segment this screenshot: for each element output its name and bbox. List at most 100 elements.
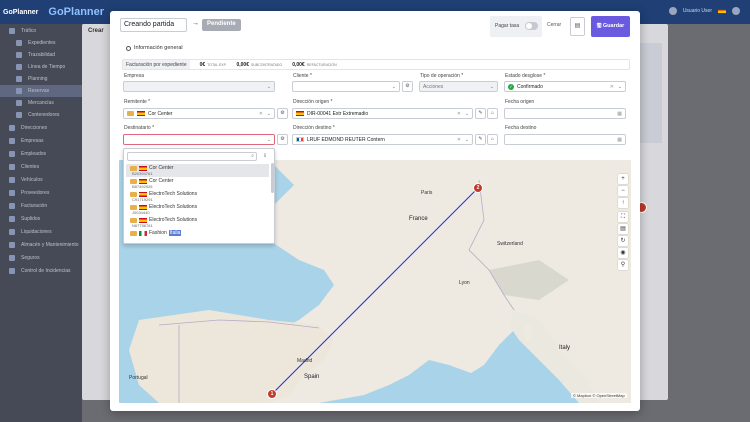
language-flag-icon[interactable] bbox=[718, 8, 726, 14]
sidebar-item[interactable]: Vehículos bbox=[0, 173, 82, 186]
sidebar-item[interactable]: Proveedores bbox=[0, 186, 82, 199]
remitente-settings-icon[interactable]: ⚙ bbox=[277, 108, 288, 119]
clear-icon[interactable]: ✕ bbox=[457, 137, 461, 143]
dropdown-option[interactable]: ElectroTech Solutions N67756761 bbox=[126, 216, 269, 229]
zoom-out-icon[interactable]: − bbox=[618, 186, 628, 196]
compass-icon[interactable]: ↑ bbox=[618, 198, 628, 208]
dropdown-option[interactable]: ElectroTech Solutions J0034440 bbox=[126, 203, 269, 216]
sidebar-item[interactable]: Reservas bbox=[0, 85, 82, 97]
sidebar-item[interactable]: Liquidaciones bbox=[0, 225, 82, 238]
sidebar-item[interactable]: Línea de Tiempo bbox=[0, 61, 82, 73]
pin-icon[interactable]: ⚲ bbox=[618, 260, 628, 270]
zoom-in-icon[interactable]: + bbox=[618, 174, 628, 184]
estado-select[interactable]: ✓ Confirmado ✕ ⌄ bbox=[504, 81, 626, 92]
dropdown-option[interactable]: Cor Center B20394761 bbox=[126, 164, 269, 177]
create-item-dialog: Creando partida → Pendiente Pagar tasa C… bbox=[110, 11, 640, 411]
sidebar-item-label: Contenedores bbox=[28, 112, 60, 118]
sidebar-item[interactable]: Seguros bbox=[0, 251, 82, 264]
close-button[interactable]: Cerrar bbox=[547, 22, 561, 28]
chevron-down-icon: ⌄ bbox=[266, 111, 271, 117]
billing-reinvoicing: 0,00€ REFACTURACIÓN bbox=[292, 61, 337, 68]
clear-icon[interactable]: ✕ bbox=[259, 111, 263, 117]
dialog-header: Creando partida → Pendiente Pagar tasa C… bbox=[110, 11, 640, 41]
cliente-add-icon[interactable]: ⚙ bbox=[402, 81, 413, 92]
fullscreen-icon[interactable]: ⛶ bbox=[618, 212, 628, 222]
chevron-down-icon: ⌄ bbox=[464, 111, 469, 117]
dir-origen-select[interactable]: DIR-00041 Extr Extremadio ✕ ⌄ bbox=[292, 108, 473, 119]
dropdown-option[interactable]: Cor Center B87492926 bbox=[126, 177, 269, 190]
sidebar-item-label: Trazabilidad bbox=[28, 52, 56, 58]
sidebar-item[interactable]: Contenedores bbox=[0, 109, 82, 121]
sidebar-item[interactable]: Expedientes bbox=[0, 37, 82, 49]
estado-value: Confirmado bbox=[517, 83, 543, 90]
dropdown-option-name: Cor Center bbox=[149, 178, 174, 184]
sidebar-item[interactable]: Planning bbox=[0, 73, 82, 85]
sidebar-item[interactable]: Direcciones bbox=[0, 121, 82, 134]
destinatario-select[interactable]: ⌄ bbox=[123, 134, 275, 145]
route-icon[interactable]: ↻ bbox=[618, 236, 628, 246]
dir-origen-map-icon[interactable]: ⌂ bbox=[487, 108, 498, 119]
tipo-operacion-select[interactable]: Acciones ⌄ bbox=[419, 81, 498, 92]
dropdown-add-icon[interactable]: ⇩ bbox=[260, 152, 270, 161]
clear-icon[interactable]: ✕ bbox=[457, 111, 461, 117]
location-icon[interactable]: ◉ bbox=[618, 248, 628, 258]
fecha-origen-input[interactable]: ▦ bbox=[504, 108, 626, 119]
sidebar-item[interactable]: Tráfico bbox=[0, 24, 82, 37]
sidebar-item[interactable]: Almacén y Mantenimiento bbox=[0, 238, 82, 251]
sidebar-item-icon bbox=[9, 215, 15, 222]
remitente-label: Remitente * bbox=[124, 99, 151, 105]
sidebar-item-label: Proveedores bbox=[21, 189, 50, 196]
estado-label: Estado desglose * bbox=[505, 73, 546, 79]
user-name[interactable]: Usuario User bbox=[683, 8, 712, 14]
document-icon[interactable]: ▤ bbox=[570, 17, 585, 36]
sidebar-item-label: Empresas bbox=[21, 137, 44, 144]
sidebar-item-icon bbox=[9, 150, 15, 157]
dir-destino-select[interactable]: LRUF EDMOND REUTER Contern ✕ ⌄ bbox=[292, 134, 473, 145]
dropdown-option[interactable]: ElectroTech Solutions C91719291 bbox=[126, 190, 269, 203]
dir-origen-label: Dirección origen * bbox=[293, 99, 333, 105]
dir-origen-edit-icon[interactable]: ✎ bbox=[475, 108, 486, 119]
pay-fee-toggle[interactable] bbox=[525, 22, 538, 30]
map-label-portugal: Portugal bbox=[129, 375, 148, 381]
dropdown-option-code: B87492926 bbox=[132, 184, 153, 189]
remitente-select[interactable]: Cor Center ✕ ⌄ bbox=[123, 108, 275, 119]
dir-destino-edit-icon[interactable]: ✎ bbox=[475, 134, 486, 145]
cliente-label: Cliente * bbox=[293, 73, 312, 79]
sidebar-item[interactable]: Empresas bbox=[0, 134, 82, 147]
sidebar-item[interactable]: Control de Incidencias bbox=[0, 264, 82, 277]
empresa-select[interactable]: ⌄ bbox=[123, 81, 275, 92]
dropdown-option[interactable]: Fashion Italia bbox=[126, 229, 269, 242]
company-icon bbox=[127, 111, 134, 116]
route-start-marker[interactable]: 1 bbox=[267, 389, 277, 399]
dropdown-option-name: ElectroTech Solutions bbox=[149, 217, 198, 223]
title-input[interactable]: Creando partida bbox=[120, 18, 187, 32]
route-end-marker[interactable]: 2 bbox=[473, 183, 483, 193]
fecha-destino-input[interactable]: ▦ bbox=[504, 134, 626, 145]
sidebar-item[interactable]: Empleados bbox=[0, 147, 82, 160]
sidebar-item[interactable]: Mercancías bbox=[0, 97, 82, 109]
billing-bar: Facturación por expediente 0€ TOTAL EXP. … bbox=[122, 59, 630, 70]
fecha-destino-label: Fecha destino bbox=[505, 125, 537, 131]
sidebar-item-icon bbox=[9, 254, 15, 261]
sidebar-item[interactable]: Facturación bbox=[0, 199, 82, 212]
map-label-italy: Italy bbox=[559, 345, 571, 351]
section-title-text: Información general bbox=[134, 45, 183, 51]
destinatario-settings-icon[interactable]: ⚙ bbox=[277, 134, 288, 145]
sidebar-item[interactable]: Suplidos bbox=[0, 212, 82, 225]
dropdown-search-input[interactable]: ⌕ bbox=[127, 152, 257, 161]
sidebar-item[interactable]: Trazabilidad bbox=[0, 49, 82, 61]
spain-flag-icon bbox=[137, 111, 145, 116]
dropdown-scrollbar[interactable] bbox=[271, 163, 274, 193]
layers-icon[interactable]: ▤ bbox=[618, 224, 628, 234]
sidebar-item-icon bbox=[16, 76, 22, 82]
fecha-origen-label: Fecha origen bbox=[505, 99, 535, 105]
save-button[interactable]: 🖫 Guardar bbox=[591, 16, 630, 37]
cliente-select[interactable]: ⌄ bbox=[292, 81, 400, 92]
sidebar-item[interactable]: Clientes bbox=[0, 160, 82, 173]
menu-icon[interactable] bbox=[732, 7, 740, 15]
sidebar-item-icon bbox=[16, 64, 22, 70]
notification-icon[interactable] bbox=[668, 7, 677, 15]
clear-icon[interactable]: ✕ bbox=[610, 84, 614, 90]
billing-subcontracted: 0,00€ SUBCONTRATADO bbox=[236, 61, 283, 68]
dir-destino-map-icon[interactable]: ⌂ bbox=[487, 134, 498, 145]
